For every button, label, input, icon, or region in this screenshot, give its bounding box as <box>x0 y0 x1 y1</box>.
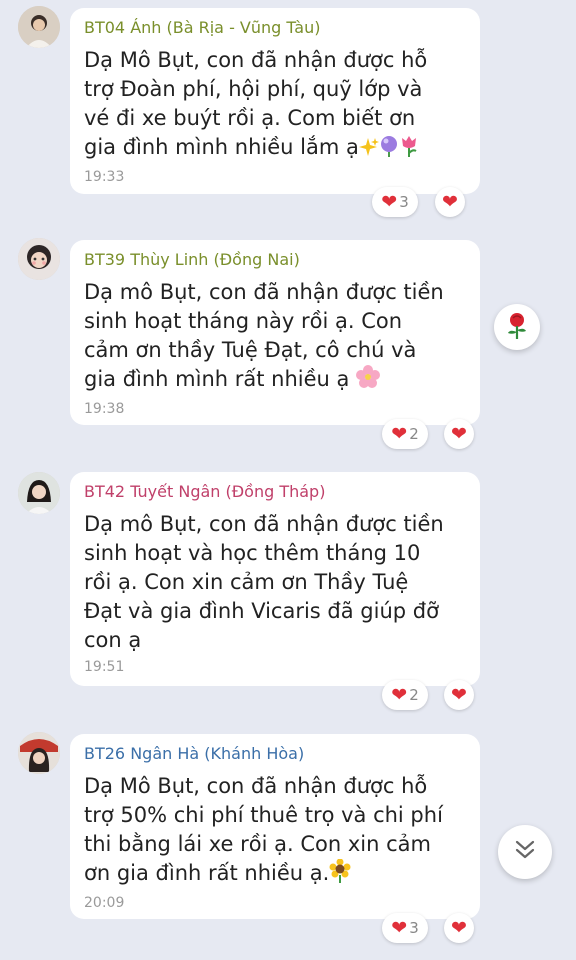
avatar[interactable] <box>18 6 60 48</box>
sender-name[interactable]: BT42 Tuyết Ngân (Đồng Tháp) <box>84 482 466 502</box>
heart-icon: ❤ <box>391 684 408 706</box>
reaction-count: 3 <box>409 919 419 937</box>
heart-icon: ❤ <box>391 423 408 445</box>
message-body: Dạ Mô Bụt, con đã nhận được hỗ trợ 50% c… <box>84 774 443 885</box>
cherry-blossom-icon <box>356 365 381 397</box>
sparkles-icon <box>358 136 379 165</box>
message-text: Dạ mô Bụt, con đã nhận được tiền sinh ho… <box>84 278 466 397</box>
message-bubble[interactable]: BT42 Tuyết Ngân (Đồng Tháp) Dạ mô Bụt, c… <box>70 472 480 686</box>
reaction-summary[interactable]: ❤ 3 <box>382 913 428 943</box>
bubble-icon <box>379 135 399 165</box>
heart-icon: ❤ <box>391 917 408 939</box>
sender-name[interactable]: BT04 Ánh (Bà Rịa - Vũng Tàu) <box>84 18 466 38</box>
scroll-down-button[interactable] <box>498 825 552 879</box>
message-bubble[interactable]: BT26 Ngân Hà (Khánh Hòa) Dạ Mô Bụt, con … <box>70 734 480 919</box>
rose-icon <box>504 311 530 343</box>
react-heart-button[interactable]: ❤ <box>435 187 465 217</box>
message-text: Dạ mô Bụt, con đã nhận được tiền sinh ho… <box>84 512 444 652</box>
message-time: 19:51 <box>84 659 125 675</box>
rose-reaction-button[interactable] <box>494 304 540 350</box>
heart-icon: ❤ <box>451 423 467 445</box>
heart-icon: ❤ <box>451 917 467 939</box>
reaction-count: 3 <box>399 193 409 211</box>
reaction-count: 2 <box>409 686 419 704</box>
heart-icon: ❤ <box>381 191 398 213</box>
reaction-summary[interactable]: ❤ 2 <box>382 419 428 449</box>
message-body: Dạ mô Bụt, con đã nhận được tiền sinh ho… <box>84 280 444 391</box>
reaction-summary[interactable]: ❤ 3 <box>372 187 418 217</box>
sender-name[interactable]: BT26 Ngân Hà (Khánh Hòa) <box>84 744 466 764</box>
react-heart-button[interactable]: ❤ <box>444 419 474 449</box>
double-chevron-down-icon <box>513 839 537 865</box>
sender-name[interactable]: BT39 Thùy Linh (Đồng Nai) <box>84 250 466 270</box>
message-time: 19:33 <box>84 169 125 185</box>
message-time: 19:38 <box>84 401 125 417</box>
message-time: 20:09 <box>84 895 125 911</box>
avatar[interactable] <box>18 472 60 514</box>
tulip-icon <box>399 135 419 165</box>
heart-icon: ❤ <box>451 684 467 706</box>
avatar[interactable] <box>18 732 60 774</box>
sunflower-icon <box>329 858 351 891</box>
message-bubble[interactable]: BT39 Thùy Linh (Đồng Nai) Dạ mô Bụt, con… <box>70 240 480 425</box>
react-heart-button[interactable]: ❤ <box>444 680 474 710</box>
reaction-summary[interactable]: ❤ 2 <box>382 680 428 710</box>
avatar[interactable] <box>18 238 60 280</box>
message-text: Dạ Mô Bụt, con đã nhận được hỗ trợ Đoàn … <box>84 46 466 165</box>
message-bubble[interactable]: BT04 Ánh (Bà Rịa - Vũng Tàu) Dạ Mô Bụt, … <box>70 8 480 194</box>
react-heart-button[interactable]: ❤ <box>444 913 474 943</box>
reaction-count: 2 <box>409 425 419 443</box>
heart-icon: ❤ <box>442 191 458 213</box>
message-text: Dạ Mô Bụt, con đã nhận được hỗ trợ 50% c… <box>84 772 466 891</box>
